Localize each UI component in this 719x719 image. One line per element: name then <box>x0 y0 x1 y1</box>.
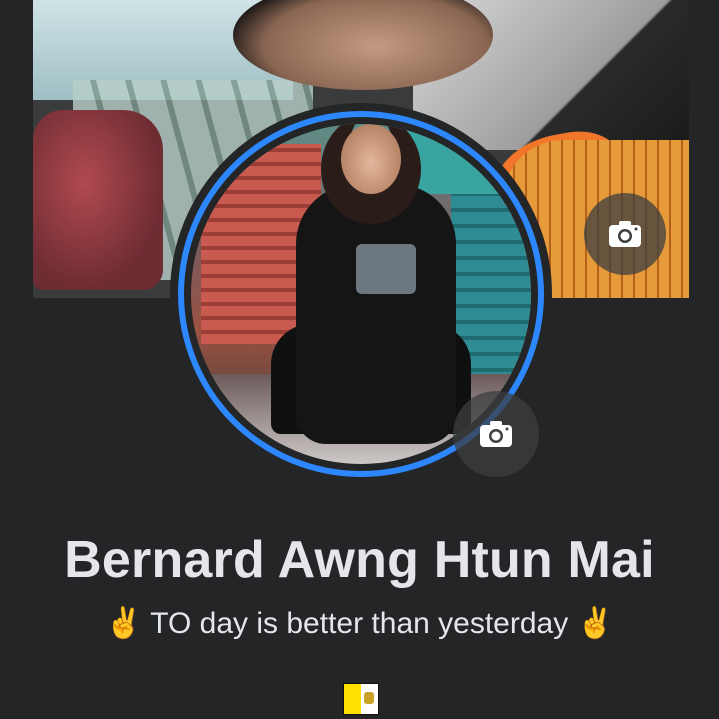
vatican-flag-icon <box>343 683 379 719</box>
profile-bio: ✌ TO day is better than yesterday ✌ <box>0 606 719 641</box>
camera-icon <box>609 221 641 247</box>
cover-bag <box>33 110 163 290</box>
profile-name: Bernard Awng Htun Mai <box>64 531 655 589</box>
bio-text: TO day is better than yesterday <box>150 607 569 640</box>
edit-profile-picture-button[interactable] <box>453 391 539 477</box>
victory-hand-icon: ✌ <box>576 607 614 640</box>
edit-cover-photo-button[interactable] <box>584 193 666 275</box>
victory-hand-icon: ✌ <box>105 607 143 640</box>
camera-icon <box>480 421 512 447</box>
